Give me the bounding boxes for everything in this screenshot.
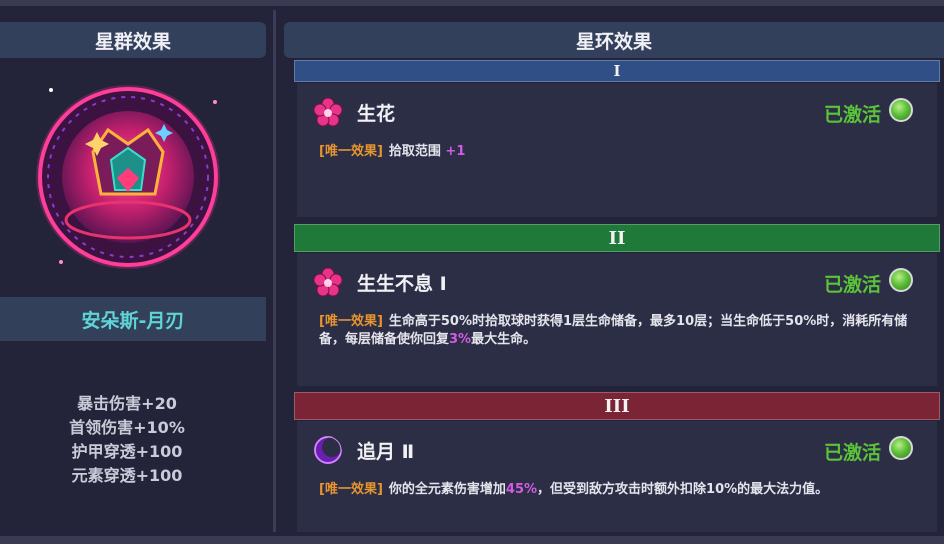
constellation-emblem-icon [36, 85, 220, 269]
stat-line: 首领伤害+10% [69, 418, 185, 437]
effect-card[interactable]: 追月 Ⅱ 已激活 [唯一效果] 你的全元素伤害增加45%，但受到敌方攻击时额外扣除… [297, 421, 937, 532]
status-label: 已激活 [823, 274, 881, 296]
unique-effect-tag: [唯一效果] [319, 482, 383, 497]
desc-text: 生命高于50%时拾取球时获得1层生命储备，最多10层；当生命低于50%时，消耗所… [319, 314, 908, 347]
top-border [0, 0, 944, 6]
bottom-border [0, 536, 944, 544]
star-ring-effect-header: 星环效果 [284, 22, 944, 58]
desc-text: 拾取范围 [388, 144, 446, 159]
desc-text: 你的全元素伤害增加 [388, 482, 506, 497]
effect-description: [唯一效果] 拾取范围 +1 [319, 143, 919, 161]
tier-header-2: II [294, 224, 940, 252]
effect-card[interactable]: 生花 已激活 [唯一效果] 拾取范围 +1 [297, 83, 937, 217]
desc-text: 最大生命。 [471, 332, 537, 347]
active-indicator-icon [889, 436, 913, 460]
stat-line: 暴击伤害+20 [77, 394, 177, 413]
unique-effect-tag: [唯一效果] [319, 144, 383, 159]
pink-flower-icon [313, 267, 343, 297]
effect-name: 生花 [357, 103, 396, 125]
status-label: 已激活 [823, 104, 881, 126]
stat-line: 护甲穿透+100 [71, 442, 183, 461]
active-indicator-icon [889, 98, 913, 122]
constellation-stats: 暴击伤害+20 首领伤害+10% 护甲穿透+100 元素穿透+100 [0, 392, 254, 488]
effect-name: 生生不息 Ⅰ [357, 273, 447, 295]
purple-moon-icon [314, 436, 342, 464]
constellation-name: 安朵斯-月刃 [0, 297, 266, 341]
active-indicator-icon [889, 268, 913, 292]
pink-flower-icon [313, 97, 343, 127]
effect-description: [唯一效果] 生命高于50%时拾取球时获得1层生命储备，最多10层；当生命低于50… [319, 313, 919, 349]
tier-header-1: I [294, 60, 940, 82]
stat-line: 元素穿透+100 [71, 466, 183, 485]
unique-effect-tag: [唯一效果] [319, 314, 383, 329]
tier-header-3: III [294, 392, 940, 420]
desc-text: ，但受到敌方攻击时额外扣除10%的最大法力值。 [537, 482, 829, 497]
status-label: 已激活 [823, 442, 881, 464]
effect-description: [唯一效果] 你的全元素伤害增加45%，但受到敌方攻击时额外扣除10%的最大法力值… [319, 481, 919, 499]
effect-name: 追月 Ⅱ [357, 441, 415, 463]
desc-highlight: +1 [445, 144, 466, 159]
desc-highlight: 45% [505, 482, 538, 497]
effect-card[interactable]: 生生不息 Ⅰ 已激活 [唯一效果] 生命高于50%时拾取球时获得1层生命储备，最多… [297, 253, 937, 386]
constellation-effect-header: 星群效果 [0, 22, 266, 58]
panel-divider [273, 10, 276, 532]
desc-highlight: 3% [449, 332, 472, 347]
